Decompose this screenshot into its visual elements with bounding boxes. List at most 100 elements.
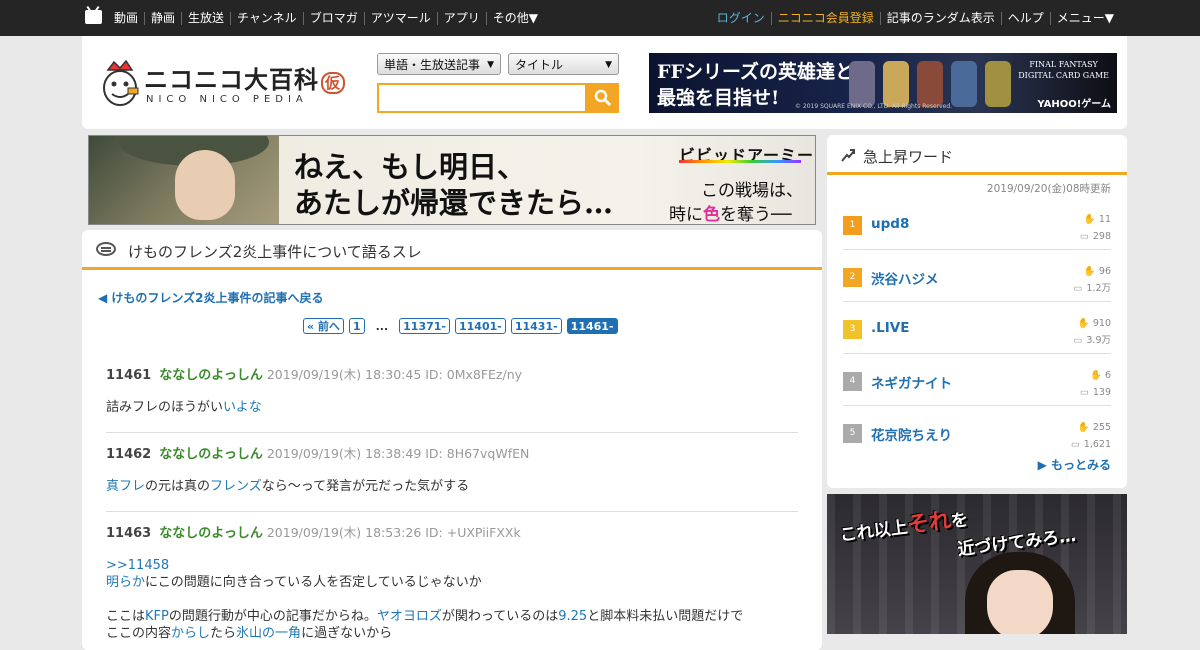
keyword-link[interactable]: 明らか <box>106 575 145 590</box>
post-text: の元は真の <box>145 479 211 494</box>
more-trending-link[interactable]: ▶ もっとみる <box>1038 456 1111 473</box>
banner-tagline2: 時に色を奪う── <box>669 205 792 225</box>
banner-tagline1: この戦場は、 <box>701 181 803 201</box>
keyword-link[interactable]: いよな <box>223 400 262 415</box>
nav-link[interactable]: 静画 <box>145 11 183 25</box>
trending-item[interactable]: 5 花京院ちえり ✋ 255 ▭ 1,621 <box>843 405 1111 457</box>
trending-item[interactable]: 2 渋谷ハジメ ✋ 96 ▭ 1.2万 <box>843 249 1111 302</box>
nav-link[interactable]: チャンネル <box>231 11 304 25</box>
trending-count-a: 910 <box>1092 318 1111 329</box>
trending-up-icon <box>841 149 855 162</box>
register-link[interactable]: ニコニコ会員登録 <box>772 11 881 25</box>
vivid-army-banner[interactable]: ねえ、もし明日、 あたしが帰還できたら… ビビッドアーミー この戦場は、 時に色… <box>88 135 816 225</box>
pager-page[interactable]: 1 <box>348 318 365 334</box>
search-input[interactable] <box>377 83 587 113</box>
post-number[interactable]: 11461 <box>106 368 151 383</box>
comment-icon: ▭ <box>1073 335 1083 346</box>
post-divider <box>106 511 798 512</box>
pager-page[interactable]: 11371- <box>399 318 450 334</box>
bbs-thread-panel: けものフレンズ2炎上事件について語るスレ ◀ けものフレンズ2炎上事件の記事へ戻… <box>82 230 822 650</box>
trending-updated: 2019/09/20(金)08時更新 <box>986 183 1111 195</box>
post-header: 11463 ななしのよっしん 2019/09/19(木) 18:53:26 ID: … <box>106 522 798 541</box>
keyword-link[interactable]: フレンズ <box>210 479 262 494</box>
pager-current-page[interactable]: 11461- <box>566 318 618 334</box>
trending-words-panel: 急上昇ワード 2019/09/20(金)08時更新 1 upd8 ✋ 11 ▭ 298 2 渋… <box>827 135 1127 488</box>
keyword-link[interactable]: ヤオヨロズ <box>377 609 442 624</box>
comment-icon: ▭ <box>1073 283 1083 294</box>
trending-item[interactable]: 1 upd8 ✋ 11 ▭ 298 <box>843 197 1111 250</box>
keyword-link[interactable]: からし <box>171 626 210 641</box>
post-author: ななしのよっしん <box>159 526 263 541</box>
pager-page[interactable]: 11401- <box>454 318 506 334</box>
trending-keyword[interactable]: .LIVE <box>871 320 909 336</box>
manga-ad[interactable]: これ以上それを 近づけてみろ… <box>827 494 1127 634</box>
trending-count-a: 11 <box>1098 214 1111 225</box>
nav-link[interactable]: 生放送 <box>182 11 232 25</box>
niconico-tv-icon[interactable] <box>85 10 102 24</box>
trending-item[interactable]: 3 .LIVE ✋ 910 ▭ 3.9万 <box>843 301 1111 354</box>
trending-count-a: 6 <box>1104 370 1111 381</box>
service-links: 動画 静画 生放送 チャンネル ブロマガ アツマール アプリ その他▼ <box>108 0 544 36</box>
rank-badge: 2 <box>843 268 862 287</box>
ff-ad-banner[interactable]: FFシリーズの英雄達と 最強を目指せ! FINAL FANTASY DIGITAL… <box>649 53 1117 113</box>
post-text: にこの問題に向き合っている人を否定しているじゃないか <box>145 575 482 590</box>
trending-stats: ✋ 11 ▭ 298 <box>1078 211 1111 245</box>
back-to-article-link[interactable]: ◀ けものフレンズ2炎上事件の記事へ戻る <box>98 289 324 306</box>
account-links: ログイン ニコニコ会員登録 記事のランダム表示 ヘルプ メニュー▼ <box>711 0 1120 36</box>
keyword-link[interactable]: 真フレ <box>106 479 145 494</box>
post-header: 11462 ななしのよっしん 2019/09/19(木) 18:38:49 ID: … <box>106 443 798 462</box>
trending-keyword[interactable]: ネギガナイト <box>871 372 952 392</box>
trending-count-b: 1.2万 <box>1086 283 1111 294</box>
keyword-link[interactable]: >>11458 <box>106 558 169 573</box>
post-text: の問題行動が中心の記事だからね。 <box>168 609 377 624</box>
post-text: が関わっているのは <box>441 609 559 624</box>
search-field-select[interactable]: タイトル ▼ <box>508 53 619 75</box>
post-author: ななしのよっしん <box>159 447 263 462</box>
bbs-post: 11463 ななしのよっしん 2019/09/19(木) 18:53:26 ID: … <box>106 522 798 642</box>
ff-ad-line2: 最強を目指せ! <box>657 87 780 109</box>
post-header: 11461 ななしのよっしん 2019/09/19(木) 18:30:45 ID: … <box>106 364 798 383</box>
trending-keyword[interactable]: 花京院ちえり <box>871 424 952 444</box>
nav-link[interactable]: その他▼ <box>487 11 544 25</box>
pager-page[interactable]: « 前へ <box>303 318 344 334</box>
post-body: 真フレの元は真のフレンズなら～って発言が元だった気がする <box>106 478 798 495</box>
search-scope-select[interactable]: 単語・生放送記事 ▼ <box>377 53 501 75</box>
nav-link[interactable]: 記事のランダム表示 <box>881 11 1002 25</box>
post-number[interactable]: 11463 <box>106 526 151 541</box>
keyword-link[interactable]: 9.25 <box>558 609 587 624</box>
ff-ad-line1: FFシリーズの英雄達と <box>657 61 855 83</box>
post-number[interactable]: 11462 <box>106 447 151 462</box>
nav-link[interactable]: ブロマガ <box>304 11 365 25</box>
banner-brand-stripe <box>679 160 801 163</box>
keyword-link[interactable]: KFP <box>145 609 169 624</box>
dropdown-arrow-icon: ▼ <box>605 60 612 70</box>
login-link[interactable]: ログイン <box>711 11 772 25</box>
trending-keyword[interactable]: 渋谷ハジメ <box>871 268 939 288</box>
trending-item[interactable]: 4 ネギガナイト ✋ 6 ▭ 139 <box>843 353 1111 406</box>
global-nav: 動画 静画 生放送 チャンネル ブロマガ アツマール アプリ その他▼ ログイン ニコニコ会員登… <box>0 0 1200 36</box>
nav-link[interactable]: メニュー▼ <box>1051 11 1120 25</box>
nav-link[interactable]: アツマール <box>365 11 438 25</box>
nav-link[interactable]: 動画 <box>108 11 146 25</box>
nicopedia-logo[interactable]: ニコニコ大百科仮 NICO NICO PEDIA <box>98 56 348 112</box>
post-text: ここの内容 <box>106 626 172 641</box>
banner-line2: あたしが帰還できたら… <box>294 186 614 220</box>
trending-stats: ✋ 96 ▭ 1.2万 <box>1071 263 1111 297</box>
trending-count-b: 298 <box>1092 231 1111 242</box>
yahoo-games-logo: YAHOO!ゲーム <box>1037 99 1111 110</box>
hand-icon: ✋ <box>1089 370 1102 381</box>
pager-page[interactable]: 11431- <box>510 318 562 334</box>
bbs-chat-icon <box>96 242 116 256</box>
hand-icon: ✋ <box>1077 318 1090 329</box>
nav-link[interactable]: アプリ <box>438 11 487 25</box>
bbs-post: 11462 ななしのよっしん 2019/09/19(木) 18:38:49 ID: … <box>106 443 798 512</box>
bbs-post: 11461 ななしのよっしん 2019/09/19(木) 18:30:45 ID: … <box>106 364 798 433</box>
trending-stats: ✋ 910 ▭ 3.9万 <box>1071 315 1111 349</box>
dropdown-arrow-icon: ▼ <box>487 60 494 70</box>
comment-icon: ▭ <box>1079 231 1089 242</box>
rank-badge: 4 <box>843 372 862 391</box>
keyword-link[interactable]: 氷山の一角 <box>236 626 301 641</box>
nav-link[interactable]: ヘルプ <box>1002 11 1051 25</box>
search-button[interactable] <box>587 83 619 113</box>
trending-keyword[interactable]: upd8 <box>871 216 909 232</box>
